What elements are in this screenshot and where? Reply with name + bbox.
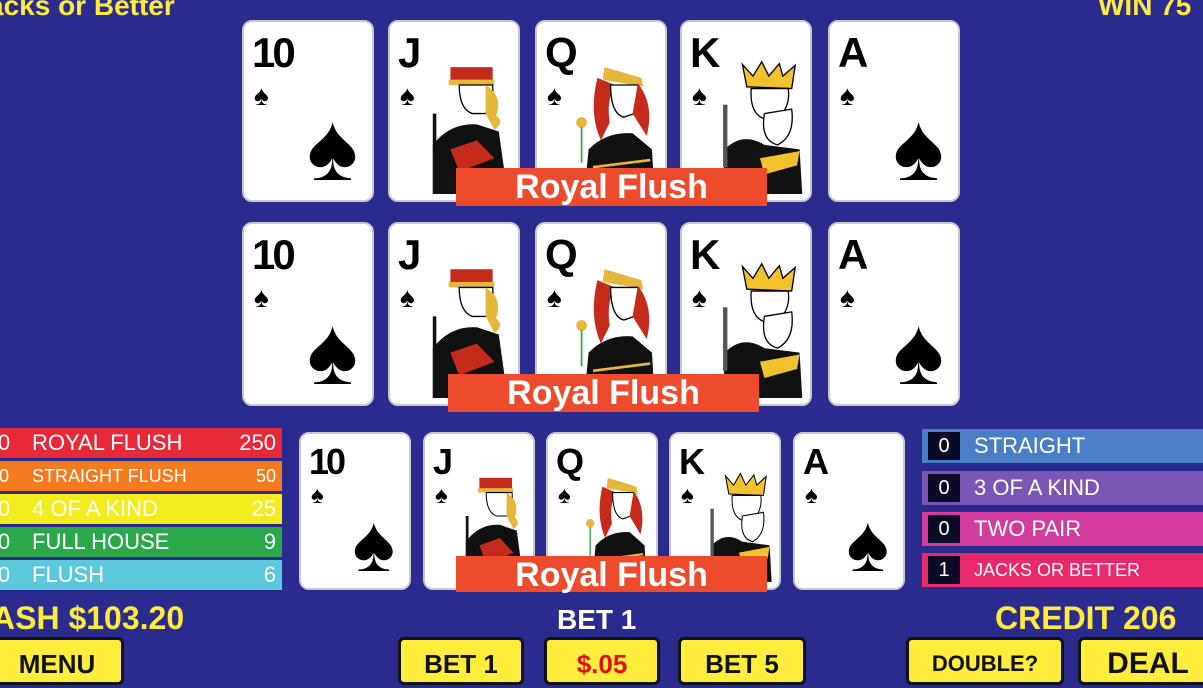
paytable-hand-name: 4 OF A KIND [32,496,158,521]
paytable-hand-name: FULL HOUSE [32,529,170,554]
paytable-count: 0 [0,562,11,587]
paytable-row: 0 FULL HOUSE 9 [0,527,282,557]
paytable-payout: 25 [251,496,276,521]
card-rank: 10 [252,29,296,76]
spade-icon: ♠ [400,282,415,313]
paytable-row: 0 4 OF A KIND 25 [0,494,282,524]
card-rank: Q [556,441,584,482]
card[interactable]: 10 ♠ ♠ [242,222,374,406]
spade-icon: ♠ [805,482,818,509]
paytable-count: 0 [0,466,9,486]
spade-icon: ♠ [840,80,855,111]
spade-icon: ♠ [435,482,448,509]
large-spade-icon: ♠ [893,298,944,405]
paytable-row: 0 TWO PAIR [922,512,1203,546]
paytable-payout: 50 [255,466,276,486]
paytable-payout: 9 [263,529,276,554]
card-rank: A [838,29,868,76]
paytable-hand-name: JACKS OR BETTER [974,560,1141,580]
spade-icon: ♠ [547,80,562,111]
card[interactable]: A ♠ ♠ [793,432,905,590]
paytable-row: 0 FLUSH 6 [0,560,282,590]
paytable-count: 0 [0,529,11,554]
card-rank: A [803,441,829,482]
large-spade-icon: ♠ [846,499,890,588]
card-rank: J [433,441,453,482]
card[interactable]: 10 ♠ ♠ [242,20,374,202]
card-rank: 10 [252,231,296,278]
spade-icon: ♠ [840,282,855,313]
paytable-count: 0 [0,430,11,455]
card-rank: K [679,441,705,482]
spade-icon: ♠ [547,282,562,313]
card-rank: K [690,231,720,278]
card-rank: A [838,231,868,278]
card[interactable]: A ♠ ♠ [828,222,960,406]
spade-icon: ♠ [254,282,269,313]
spade-icon: ♠ [558,482,571,509]
paytable-count: 0 [928,474,960,502]
paytable-count: 0 [0,496,11,521]
hand-result-label: Royal Flush [448,374,759,412]
spade-icon: ♠ [692,80,707,111]
paytable-hand-name: TWO PAIR [974,516,1082,541]
spade-icon: ♠ [311,482,324,509]
game-title: acks or Better [0,0,175,21]
large-spade-icon: ♠ [352,499,396,588]
win-amount: WIN 75 [1098,0,1192,21]
paytable-hand-name: STRAIGHT FLUSH [32,466,187,486]
paytable-row: 1 JACKS OR BETTER [922,553,1203,587]
bet-display: BET 1 [557,604,637,635]
card[interactable]: A ♠ ♠ [828,20,960,202]
paytable-row: 0 STRAIGHT [922,429,1203,463]
paytable-row: 0 3 OF A KIND [922,471,1203,505]
paytable-count: 0 [928,432,960,460]
spade-icon: ♠ [254,80,269,111]
card-rank: K [690,29,720,76]
paytable-hand-name: 3 OF A KIND [974,475,1100,500]
menu-button[interactable]: MENU [0,637,124,685]
hand-result-label: Royal Flush [456,168,767,206]
denomination-value: .05 [591,649,628,679]
double-button[interactable]: DOUBLE? [906,637,1064,685]
denomination-button[interactable]: $.05 [544,637,660,685]
large-spade-icon: ♠ [307,298,358,405]
denomination-prefix: $ [576,649,592,679]
paytable-row: 0 ROYAL FLUSH 250 [0,428,282,458]
paytable-count: 1 [928,556,960,584]
card-rank: 10 [309,441,346,482]
paytable-hand-name: FLUSH [32,562,105,587]
card-rank: J [398,29,421,76]
card-rank: J [398,231,421,278]
card[interactable]: 10 ♠ ♠ [299,432,411,590]
credit-display: CREDIT 206 [995,600,1177,636]
paytable-payout: 6 [263,562,276,587]
spade-icon: ♠ [692,282,707,313]
paytable-hand-name: ROYAL FLUSH [32,430,183,455]
hand-result-label: Royal Flush [456,556,767,594]
large-spade-icon: ♠ [307,94,358,201]
spade-icon: ♠ [681,482,694,509]
large-spade-icon: ♠ [893,94,944,201]
deal-button[interactable]: DEAL [1078,637,1203,685]
cash-display: ASH $103.20 [0,600,185,636]
paytable-count: 0 [928,515,960,543]
bet-max-button[interactable]: BET 5 [678,637,806,685]
paytable-row: 0 STRAIGHT FLUSH 50 [0,461,282,491]
bet-one-button[interactable]: BET 1 [398,637,524,685]
paytable-hand-name: STRAIGHT [974,433,1086,458]
paytable-payout: 250 [239,430,276,455]
spade-icon: ♠ [400,80,415,111]
